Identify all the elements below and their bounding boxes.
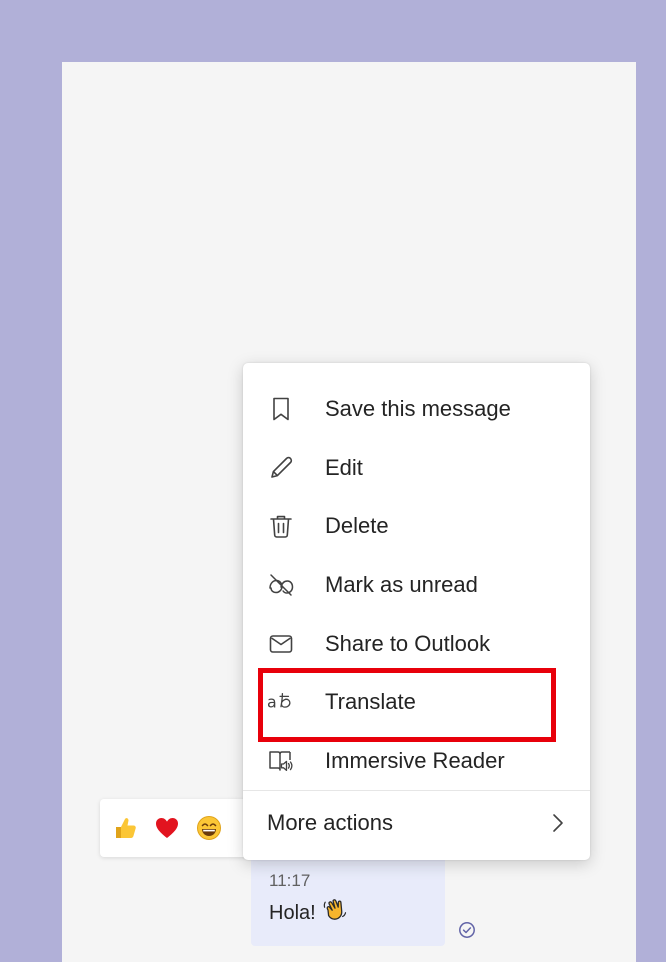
menu-item-share-outlook[interactable]: Share to Outlook <box>243 614 590 673</box>
menu-item-label: Immersive Reader <box>325 747 505 773</box>
message-timestamp: 11:17 <box>269 871 311 890</box>
mark-unread-icon <box>267 571 295 599</box>
laughing-face-icon[interactable] <box>196 815 222 841</box>
thumbs-up-icon[interactable] <box>112 815 138 841</box>
message-text-row: Hola! <box>269 896 445 930</box>
immersive-reader-icon <box>267 747 295 775</box>
menu-item-edit[interactable]: Edit <box>243 439 590 498</box>
menu-item-immersive-reader[interactable]: Immersive Reader <box>243 732 590 791</box>
menu-item-more-actions[interactable]: More actions <box>243 794 590 852</box>
menu-item-save-message[interactable]: Save this message <box>243 380 590 439</box>
waving-hand-icon <box>322 896 348 930</box>
menu-item-label: Mark as unread <box>325 572 478 598</box>
menu-item-label: Save this message <box>325 396 511 422</box>
message-context-menu: Save this message Edit Delete Mark as un… <box>243 363 590 860</box>
svg-text:a: a <box>267 693 277 712</box>
heart-icon[interactable] <box>154 815 180 841</box>
menu-item-label: Edit <box>325 454 363 480</box>
menu-divider <box>243 790 590 791</box>
message-bubble[interactable]: 11:17 Hola! <box>251 850 445 946</box>
trash-icon <box>267 512 295 540</box>
menu-item-mark-unread[interactable]: Mark as unread <box>243 556 590 615</box>
menu-item-label: More actions <box>267 810 393 835</box>
translate-icon: a <box>267 688 295 716</box>
mail-icon <box>267 630 295 658</box>
menu-item-label: Share to Outlook <box>325 630 491 656</box>
message-text: Hola! <box>269 902 316 924</box>
read-receipt-icon <box>458 921 476 939</box>
chevron-right-icon <box>550 811 566 835</box>
pencil-icon <box>267 454 295 482</box>
menu-item-label: Translate <box>325 689 416 715</box>
menu-item-delete[interactable]: Delete <box>243 497 590 556</box>
menu-item-translate[interactable]: a Translate <box>243 673 590 732</box>
menu-item-label: Delete <box>325 513 389 539</box>
bookmark-icon <box>267 395 295 423</box>
